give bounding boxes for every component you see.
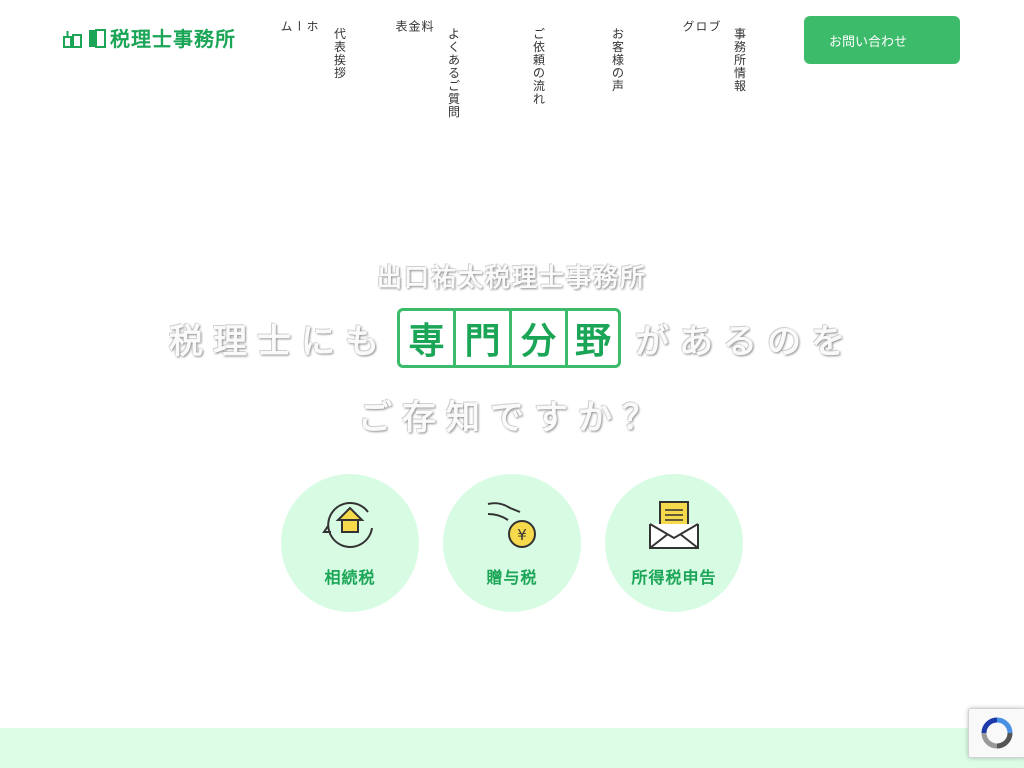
nav-blog[interactable]: ブログ: [681, 20, 721, 32]
logo-text: 税理士事務所: [110, 27, 236, 51]
nav-flow[interactable]: ご依頼 の流れ: [533, 28, 545, 106]
hero-headline-line1: 税理士にも 専 門 分 野 があるのを: [0, 308, 1024, 368]
hand-coin-icon: ¥: [487, 502, 536, 548]
nav-pricing[interactable]: 料金表: [394, 20, 434, 32]
hero-office-name: 出口祐太税理士事務所: [376, 263, 647, 292]
next-section-band: [0, 728, 1024, 768]
hero-headline-suffix: があるのを: [635, 321, 855, 362]
house-cycle-icon: [322, 502, 373, 548]
boxed-char: 門: [453, 308, 509, 368]
site-header: 税理士事務所 ホーム 代表 挨拶 料金表 よくある ご質問 ご依頼 の流れ お客…: [0, 0, 1024, 119]
specialty-income-tax-return[interactable]: 所得税申告: [605, 474, 743, 612]
contact-button[interactable]: お問い合わせ: [804, 16, 960, 64]
site-logo[interactable]: 税理士事務所: [63, 27, 236, 51]
hero-headline-line2: ご存知ですか？: [0, 390, 1024, 439]
recaptcha-icon: [981, 717, 1013, 749]
specialty-label: 所得税申告: [631, 568, 717, 587]
envelope-document-icon: [649, 501, 699, 549]
nav-testimonials[interactable]: お客様 の声: [612, 28, 624, 93]
specialty-gift-tax[interactable]: ¥ 贈与税: [443, 474, 581, 612]
nav-home[interactable]: ホーム: [279, 20, 319, 32]
svg-text:¥: ¥: [517, 526, 527, 544]
nav-greeting[interactable]: 代表 挨拶: [334, 28, 346, 80]
contact-button-label: お問い合わせ: [828, 34, 907, 50]
specialty-label: 相続税: [324, 568, 376, 587]
specialty-inheritance-tax[interactable]: 相続税: [281, 474, 419, 612]
nav-office-info[interactable]: 事務所 情報: [734, 28, 746, 93]
hero-headline-prefix: 税理士にも: [169, 321, 389, 362]
boxed-char: 分: [509, 308, 565, 368]
recaptcha-badge[interactable]: [968, 708, 1024, 758]
nav-faq[interactable]: よくある ご質問: [448, 28, 460, 119]
hero-headline-question: ご存知ですか？: [358, 398, 666, 438]
specialty-label: 贈与税: [486, 568, 538, 587]
boxed-char: 野: [565, 308, 621, 368]
logo-mark-icon: [63, 29, 106, 48]
hero-boxed-word: 専 門 分 野: [397, 308, 621, 368]
boxed-char: 専: [397, 308, 453, 368]
